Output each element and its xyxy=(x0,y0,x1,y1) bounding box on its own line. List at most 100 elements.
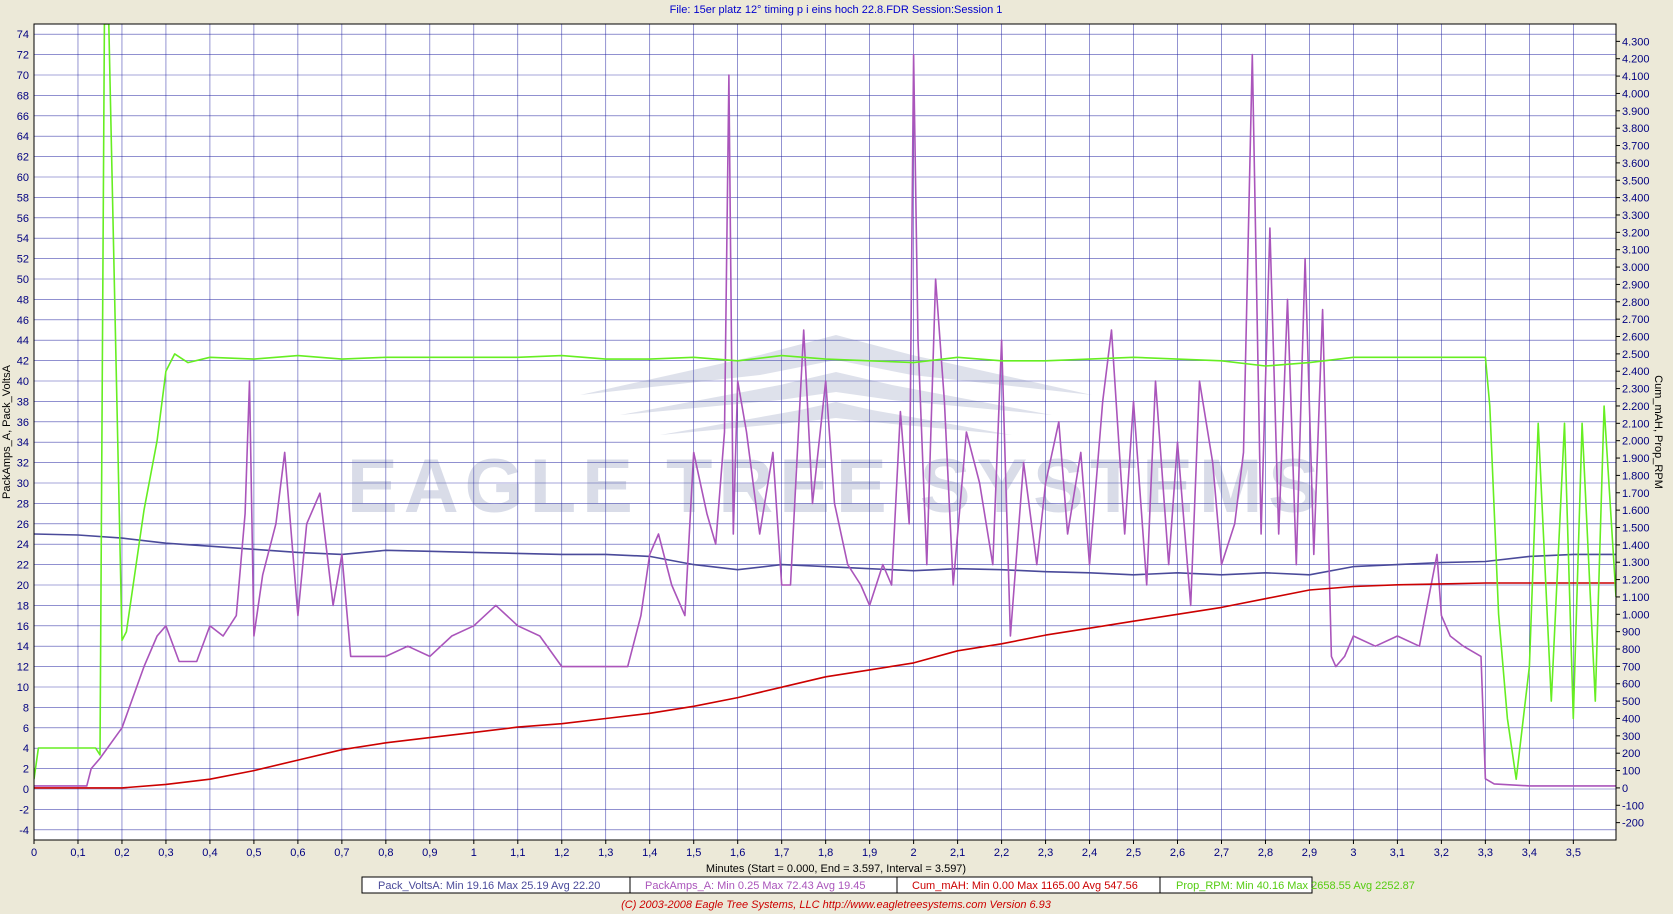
y-right-tick-label: 3.100 xyxy=(1622,245,1650,257)
y-left-tick-label: -2 xyxy=(19,804,29,816)
x-tick-label: 1,8 xyxy=(818,847,833,859)
x-tick-label: 1,6 xyxy=(730,847,745,859)
x-tick-label: 1,2 xyxy=(554,847,569,859)
x-axis-label: Minutes (Start = 0.000, End = 3.597, Int… xyxy=(706,863,966,875)
y-left-tick-label: 26 xyxy=(17,519,29,531)
chart: File: 15er platz 12° timing p i eins hoc… xyxy=(1,4,1664,911)
y-left-tick-label: 74 xyxy=(17,29,29,41)
x-tick-label: 1,7 xyxy=(774,847,789,859)
y-right-tick-label: 3.700 xyxy=(1622,141,1650,153)
y-right-tick-label: 1.600 xyxy=(1622,505,1650,517)
legend-entry-pack-amps: PackAmps_A: Min 0.25 Max 72.43 Avg 19.45 xyxy=(645,880,866,892)
y-right-tick-label: -200 xyxy=(1622,818,1644,830)
y-right-tick-label: 1.900 xyxy=(1622,453,1650,465)
y-right-tick-label: 3.200 xyxy=(1622,227,1650,239)
y-left-tick-label: 4 xyxy=(23,743,29,755)
y-left-tick-label: 12 xyxy=(17,662,29,674)
y-left-tick-label: 56 xyxy=(17,213,29,225)
y-left-tick-label: 16 xyxy=(17,621,29,633)
y-right-tick-label: 1.200 xyxy=(1622,575,1650,587)
x-tick-label: 2,4 xyxy=(1082,847,1097,859)
y-right-tick-label: 100 xyxy=(1622,766,1640,778)
y-right-tick-label: 700 xyxy=(1622,661,1640,673)
y-right-tick-label: 800 xyxy=(1622,644,1640,656)
x-tick-label: 3,5 xyxy=(1566,847,1581,859)
y-right-tick-label: 1.800 xyxy=(1622,470,1650,482)
y-axis-right-label: Cum_mAH, Prop_RPM xyxy=(1652,375,1664,489)
y-left-tick-label: 70 xyxy=(17,70,29,82)
x-tick-label: 3,4 xyxy=(1522,847,1537,859)
y-left-tick-label: 68 xyxy=(17,90,29,102)
y-left-tick-label: 54 xyxy=(17,233,29,245)
y-left-tick-label: 42 xyxy=(17,356,29,368)
y-left-tick-label: 38 xyxy=(17,396,29,408)
x-tick-label: 2,2 xyxy=(994,847,1009,859)
legend: Pack_VoltsA: Min 19.16 Max 25.19 Avg 22.… xyxy=(361,876,1415,894)
y-right-tick-label: 0 xyxy=(1622,783,1628,795)
x-tick-label: 3,2 xyxy=(1434,847,1449,859)
y-right-tick-label: 2.100 xyxy=(1622,418,1650,430)
y-right-tick-label: 3.400 xyxy=(1622,193,1650,205)
y-left-tick-label: -4 xyxy=(19,825,29,837)
x-tick-label: 2,6 xyxy=(1170,847,1185,859)
x-tick-label: 2 xyxy=(911,847,917,859)
y-left-tick-label: 40 xyxy=(17,376,29,388)
x-tick-label: 0,3 xyxy=(158,847,173,859)
legend-entry-cum-mah: Cum_mAH: Min 0.00 Max 1165.00 Avg 547.56 xyxy=(912,880,1138,892)
x-tick-label: 2,9 xyxy=(1302,847,1317,859)
y-left-tick-label: 20 xyxy=(17,580,29,592)
y-right-tick-label: 2.400 xyxy=(1622,366,1650,378)
y-axis-right: -200 -100 0 100 200 300 400 500 600 700 800 900 1.00… xyxy=(1616,36,1650,830)
y-right-tick-label: 3.000 xyxy=(1622,262,1650,274)
x-tick-label: 1,3 xyxy=(598,847,613,859)
y-right-tick-label: 4.000 xyxy=(1622,88,1650,100)
y-right-tick-label: 1.500 xyxy=(1622,522,1650,534)
y-left-tick-label: 14 xyxy=(17,641,29,653)
y-left-tick-label: 48 xyxy=(17,294,29,306)
y-right-tick-label: 2.700 xyxy=(1622,314,1650,326)
x-tick-label: 1,5 xyxy=(686,847,701,859)
y-right-tick-label: 1.100 xyxy=(1622,592,1650,604)
y-right-tick-label: 2.500 xyxy=(1622,349,1650,361)
y-right-tick-label: 2.300 xyxy=(1622,384,1650,396)
y-left-tick-label: 64 xyxy=(17,131,29,143)
y-right-tick-label: 4.300 xyxy=(1622,36,1650,48)
y-left-tick-label: 18 xyxy=(17,600,29,612)
x-tick-label: 0,8 xyxy=(378,847,393,859)
x-tick-label: 0 xyxy=(31,847,37,859)
y-right-tick-label: 200 xyxy=(1622,748,1640,760)
legend-entry-pack-volts: Pack_VoltsA: Min 19.16 Max 25.19 Avg 22.… xyxy=(378,880,600,892)
y-left-tick-label: 30 xyxy=(17,478,29,490)
y-left-tick-label: 28 xyxy=(17,498,29,510)
y-left-tick-label: 24 xyxy=(17,539,29,551)
x-tick-label: 3,1 xyxy=(1390,847,1405,859)
x-tick-label: 1 xyxy=(471,847,477,859)
y-right-tick-label: 2.000 xyxy=(1622,436,1650,448)
x-tick-label: 1,1 xyxy=(510,847,525,859)
legend-entry-prop-rpm: Prop_RPM: Min 40.16 Max 2658.55 Avg 2252… xyxy=(1176,880,1415,892)
y-right-tick-label: -100 xyxy=(1622,800,1644,812)
y-left-tick-label: 36 xyxy=(17,417,29,429)
y-left-tick-label: 62 xyxy=(17,152,29,164)
y-left-tick-label: 32 xyxy=(17,458,29,470)
y-right-tick-label: 3.300 xyxy=(1622,210,1650,222)
copyright-footer: (C) 2003-2008 Eagle Tree Systems, LLC ht… xyxy=(621,899,1052,911)
y-right-tick-label: 900 xyxy=(1622,627,1640,639)
y-left-tick-label: 8 xyxy=(23,702,29,714)
y-right-tick-label: 4.200 xyxy=(1622,54,1650,66)
y-left-tick-label: 46 xyxy=(17,315,29,327)
y-right-tick-label: 4.100 xyxy=(1622,71,1650,83)
x-tick-label: 1,9 xyxy=(862,847,877,859)
x-tick-label: 1,4 xyxy=(642,847,657,859)
y-right-tick-label: 3.800 xyxy=(1622,123,1650,135)
y-left-tick-label: 58 xyxy=(17,192,29,204)
y-right-tick-label: 300 xyxy=(1622,731,1640,743)
x-tick-label: 2,1 xyxy=(950,847,965,859)
y-right-tick-label: 1.300 xyxy=(1622,557,1650,569)
y-left-tick-label: 66 xyxy=(17,111,29,123)
x-tick-label: 3 xyxy=(1350,847,1356,859)
x-tick-label: 0,7 xyxy=(334,847,349,859)
y-right-tick-label: 1.700 xyxy=(1622,488,1650,500)
x-tick-label: 0,9 xyxy=(422,847,437,859)
y-right-tick-label: 500 xyxy=(1622,696,1640,708)
